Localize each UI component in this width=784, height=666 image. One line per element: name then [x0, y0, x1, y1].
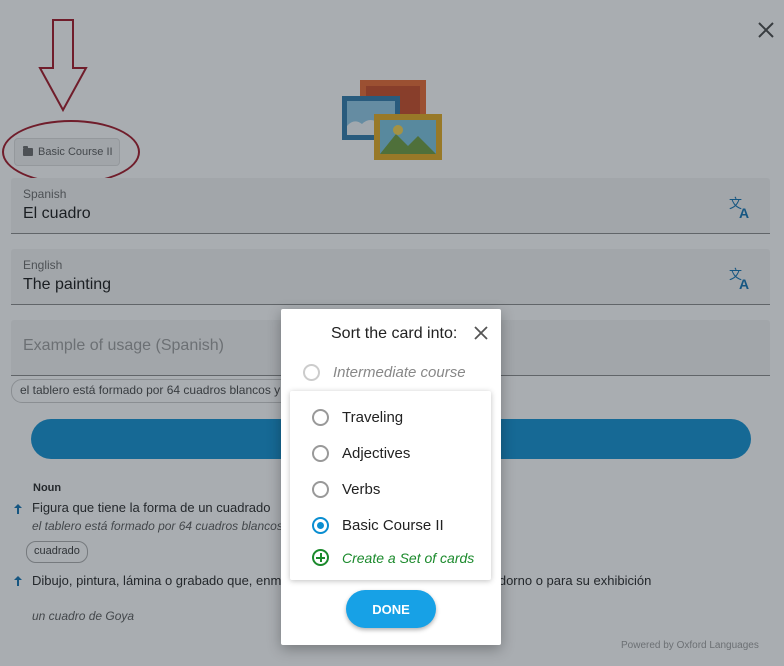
radio-button [303, 364, 320, 381]
option-label: Basic Course II [342, 517, 444, 534]
radio-button[interactable] [312, 481, 329, 498]
option-adjectives[interactable]: Adjectives [290, 439, 491, 469]
option-label: Verbs [342, 481, 381, 498]
done-button[interactable]: DONE [346, 590, 436, 628]
dialog-title: Sort the card into: [331, 325, 458, 342]
create-set-button[interactable]: Create a Set of cards [290, 543, 491, 573]
create-set-label: Create a Set of cards [342, 550, 475, 566]
option-basic-course-ii[interactable]: Basic Course II [290, 511, 491, 541]
option-intermediate-course: Intermediate course [281, 358, 482, 388]
option-traveling[interactable]: Traveling [290, 403, 491, 433]
close-icon[interactable] [472, 324, 490, 342]
radio-button[interactable] [312, 445, 329, 462]
option-label: Intermediate course [333, 364, 466, 381]
radio-button[interactable] [312, 409, 329, 426]
radio-button-selected[interactable] [312, 517, 329, 534]
option-label: Adjectives [342, 445, 411, 462]
option-verbs[interactable]: Verbs [290, 475, 491, 505]
sort-card-dialog: Sort the card into: Intermediate course … [281, 309, 501, 645]
sets-list: Traveling Adjectives Verbs Basic Course … [290, 391, 491, 580]
add-circle-icon [312, 549, 329, 566]
option-label: Traveling [342, 409, 404, 426]
